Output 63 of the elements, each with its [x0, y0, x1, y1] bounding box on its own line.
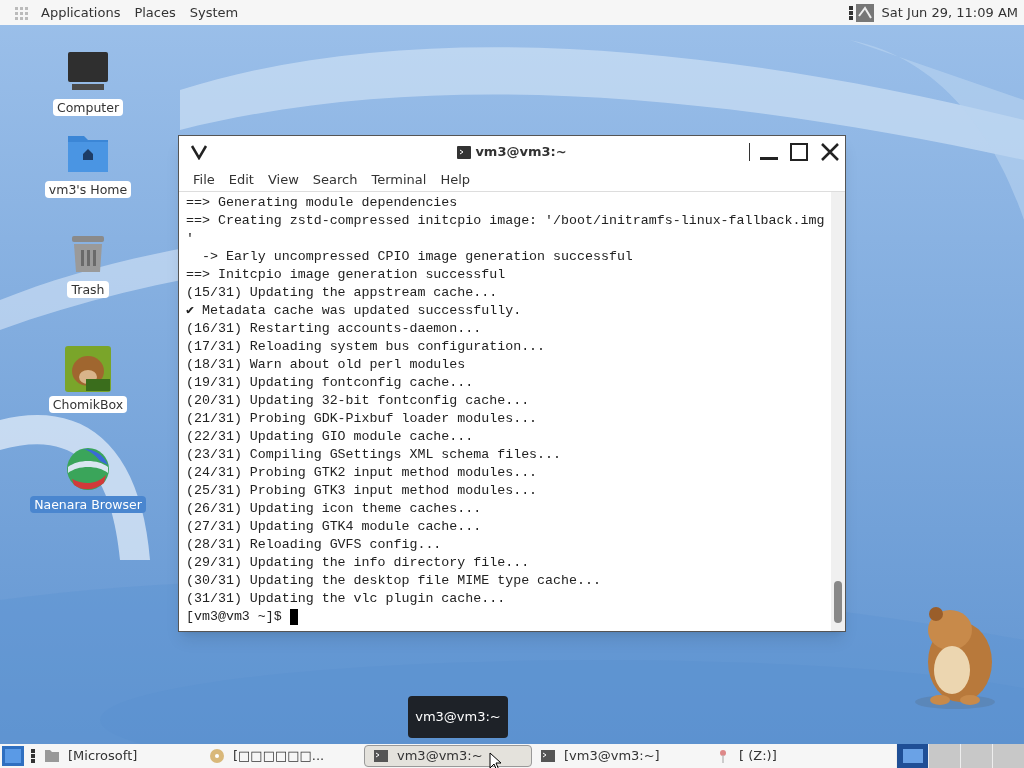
v-logo-icon — [190, 144, 208, 160]
scrollbar[interactable] — [831, 192, 845, 631]
handle-icon[interactable] — [847, 4, 854, 21]
maximize-icon[interactable] — [790, 143, 808, 161]
panel-menu[interactable]: System — [182, 2, 246, 23]
terminal-line: (20/31) Updating 32-bit fontconfig cache... — [186, 392, 531, 410]
text-cursor — [289, 609, 298, 625]
icon-label[interactable]: Computer — [52, 99, 124, 116]
terminal-line: ==> Initcpio image generation successful — [186, 266, 507, 284]
taskbar-button[interactable]: [ (Z:)] — [707, 745, 887, 767]
icon-label[interactable]: Naenara Browser — [30, 496, 146, 513]
terminal-line: (17/31) Reloading system bus configuration... — [186, 338, 547, 356]
terminal-prompt: [vm3@vm3 ~]$ — [186, 608, 282, 626]
disc-icon — [209, 748, 225, 764]
tray-app-icon[interactable] — [855, 3, 874, 22]
scrollbar-thumb[interactable] — [834, 581, 842, 623]
menu-item[interactable]: Edit — [221, 169, 261, 190]
close-icon[interactable] — [820, 142, 840, 162]
terminal-line: (19/31) Updating fontconfig cache... — [186, 374, 475, 392]
terminal-line: (29/31) Updating the info directory file... — [186, 554, 531, 572]
terminal-line: (16/31) Restarting accounts-daemon... — [186, 320, 483, 338]
terminal-line: (23/31) Compiling GSettings XML schema files... — [186, 446, 563, 464]
terminal-line: (31/31) Updating the vlc plugin cache... — [186, 590, 507, 608]
terminal-line: -> Early uncompressed CPIO image generation successful — [200, 248, 634, 266]
hamster-app-icon[interactable] — [64, 345, 112, 393]
menu-item[interactable]: Terminal — [364, 169, 434, 190]
terminal-icon — [457, 145, 472, 159]
tooltip: vm3@vm3:~ — [408, 696, 508, 738]
terminal-line: (25/31) Probing GTK3 input method modules... — [186, 482, 539, 500]
terminal-line: (15/31) Updating the appstream cache... — [186, 284, 499, 302]
taskbar-button[interactable]: [vm3@vm3:~] — [532, 745, 707, 767]
menu-item[interactable]: Help — [433, 169, 478, 190]
terminal-line: (28/31) Reloading GVFS config... — [186, 536, 443, 554]
terminal-line: (22/31) Updating GIO module cache... — [186, 428, 475, 446]
icon-label[interactable]: Trash — [67, 281, 109, 298]
taskbar-button[interactable]: [Microsoft] — [36, 745, 201, 767]
terminal-line: (30/31) Updating the desktop file MIME type cache... — [186, 572, 602, 590]
window-title: vm3@vm3:~ — [475, 143, 567, 162]
panel-menu[interactable]: Places — [127, 2, 183, 23]
taskbar-button[interactable]: [□□□□□□... — [201, 745, 364, 767]
menu-item[interactable]: File — [186, 169, 222, 190]
menu-item[interactable]: Search — [305, 169, 365, 190]
terminal-line: (21/31) Probing GDK-Pixbuf loader modules... — [186, 410, 539, 428]
clock[interactable]: Sat Jun 29, 11:09 AM — [881, 2, 1018, 23]
terminal-icon — [540, 748, 556, 764]
terminal-line: ' — [186, 230, 195, 248]
icon-label[interactable]: vm3's Home — [44, 181, 132, 198]
terminal-line: (27/31) Updating GTK4 module cache... — [186, 518, 483, 536]
globe-icon[interactable] — [64, 445, 112, 493]
terminal-line: ==> Creating zstd-compressed initcpio image: '/boot/initramfs-linux-fallback.img — [186, 212, 826, 230]
taskbar-button[interactable]: vm3@vm3:~ — [364, 745, 532, 767]
panel-menu[interactable]: Applications — [34, 2, 128, 23]
terminal-line: ==> Generating module dependencies — [186, 194, 459, 212]
menu-item[interactable]: View — [260, 169, 306, 190]
terminal-line: (26/31) Updating icon theme caches... — [186, 500, 483, 518]
icon-label[interactable]: ChomikBox — [48, 396, 128, 413]
terminal-line: (18/31) Warn about old perl modules — [186, 356, 467, 374]
terminal-icon — [373, 748, 389, 764]
workspace-button[interactable] — [896, 744, 928, 768]
terminal-line: ✔ Metadata cache was updated successfully. — [186, 302, 523, 320]
folder-icon — [44, 748, 60, 764]
handle-icon[interactable] — [30, 748, 36, 764]
terminal-line: (24/31) Probing GTK2 input method modules... — [186, 464, 539, 482]
